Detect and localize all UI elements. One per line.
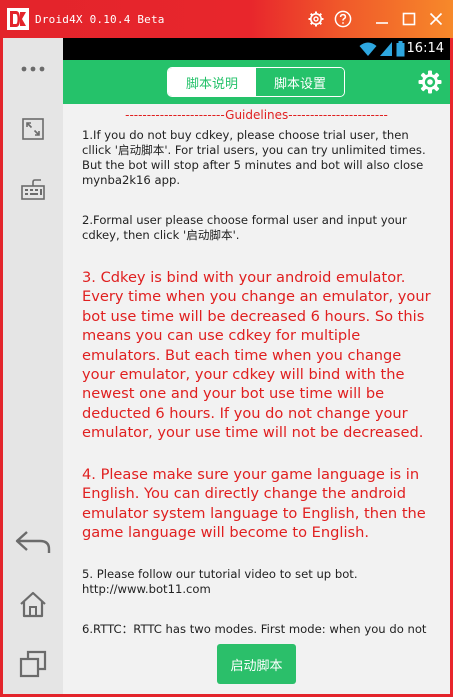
close-icon (429, 12, 442, 26)
droid4x-logo-icon (7, 8, 29, 30)
android-status-bar: 16:14 (63, 38, 450, 60)
back-button[interactable] (3, 526, 63, 558)
titlebar-spacer (356, 0, 368, 38)
guideline-paragraph-6: 6.RTTC：RTTC has two modes. First mode: w… (82, 622, 427, 636)
guidelines-header: -----------------------Guidelines-------… (125, 108, 388, 122)
window-titlebar: Droid4X 0.10.4 Beta (0, 0, 453, 38)
emulator-sidebar (3, 38, 63, 694)
guideline-paragraph-1: 1.If you do not buy cdkey, please choose… (82, 128, 426, 187)
gear-icon (308, 11, 323, 27)
fullscreen-button[interactable] (3, 114, 63, 144)
wifi-icon (359, 42, 377, 56)
app-header: 脚本说明 脚本设置 (63, 60, 450, 104)
guidelines-content: -----------------------Guidelines-------… (63, 104, 450, 694)
tab-bar: 脚本说明 脚本设置 (167, 67, 345, 97)
minimize-button[interactable] (368, 0, 395, 38)
back-arrow-icon (15, 531, 51, 553)
app-settings-button[interactable] (418, 70, 442, 94)
maximize-icon (402, 12, 415, 26)
guideline-paragraph-3: 3. Cdkey is bind with your android emula… (82, 269, 431, 442)
status-clock: 16:14 (406, 41, 444, 56)
keyboard-button[interactable] (3, 174, 63, 204)
more-dots-icon (21, 66, 45, 72)
help-button[interactable] (329, 0, 356, 38)
gear-icon (418, 70, 442, 94)
settings-gear-button[interactable] (302, 0, 329, 38)
tab-script-settings[interactable]: 脚本设置 (256, 68, 344, 96)
window-title: Droid4X 0.10.4 Beta (35, 12, 165, 26)
close-button[interactable] (422, 0, 449, 38)
maximize-button[interactable] (395, 0, 422, 38)
minimize-icon (375, 22, 388, 24)
guideline-paragraph-5: 5. Please follow our tutorial video to s… (82, 567, 358, 596)
more-button[interactable] (3, 54, 63, 84)
recent-apps-button[interactable] (3, 648, 63, 680)
tab-script-description[interactable]: 脚本说明 (168, 68, 256, 96)
battery-icon (396, 41, 405, 57)
signal-icon (380, 42, 392, 56)
help-icon (334, 10, 351, 28)
start-script-button[interactable]: 启动脚本 (217, 644, 296, 684)
home-icon (20, 591, 46, 618)
keyboard-icon (21, 179, 45, 200)
fullscreen-icon (22, 118, 44, 140)
recent-apps-icon (19, 650, 47, 678)
guideline-paragraph-4: 4. Please make sure your game language i… (82, 466, 426, 542)
home-button[interactable] (3, 588, 63, 620)
guideline-paragraph-2: 2.Formal user please choose formal user … (82, 213, 407, 242)
